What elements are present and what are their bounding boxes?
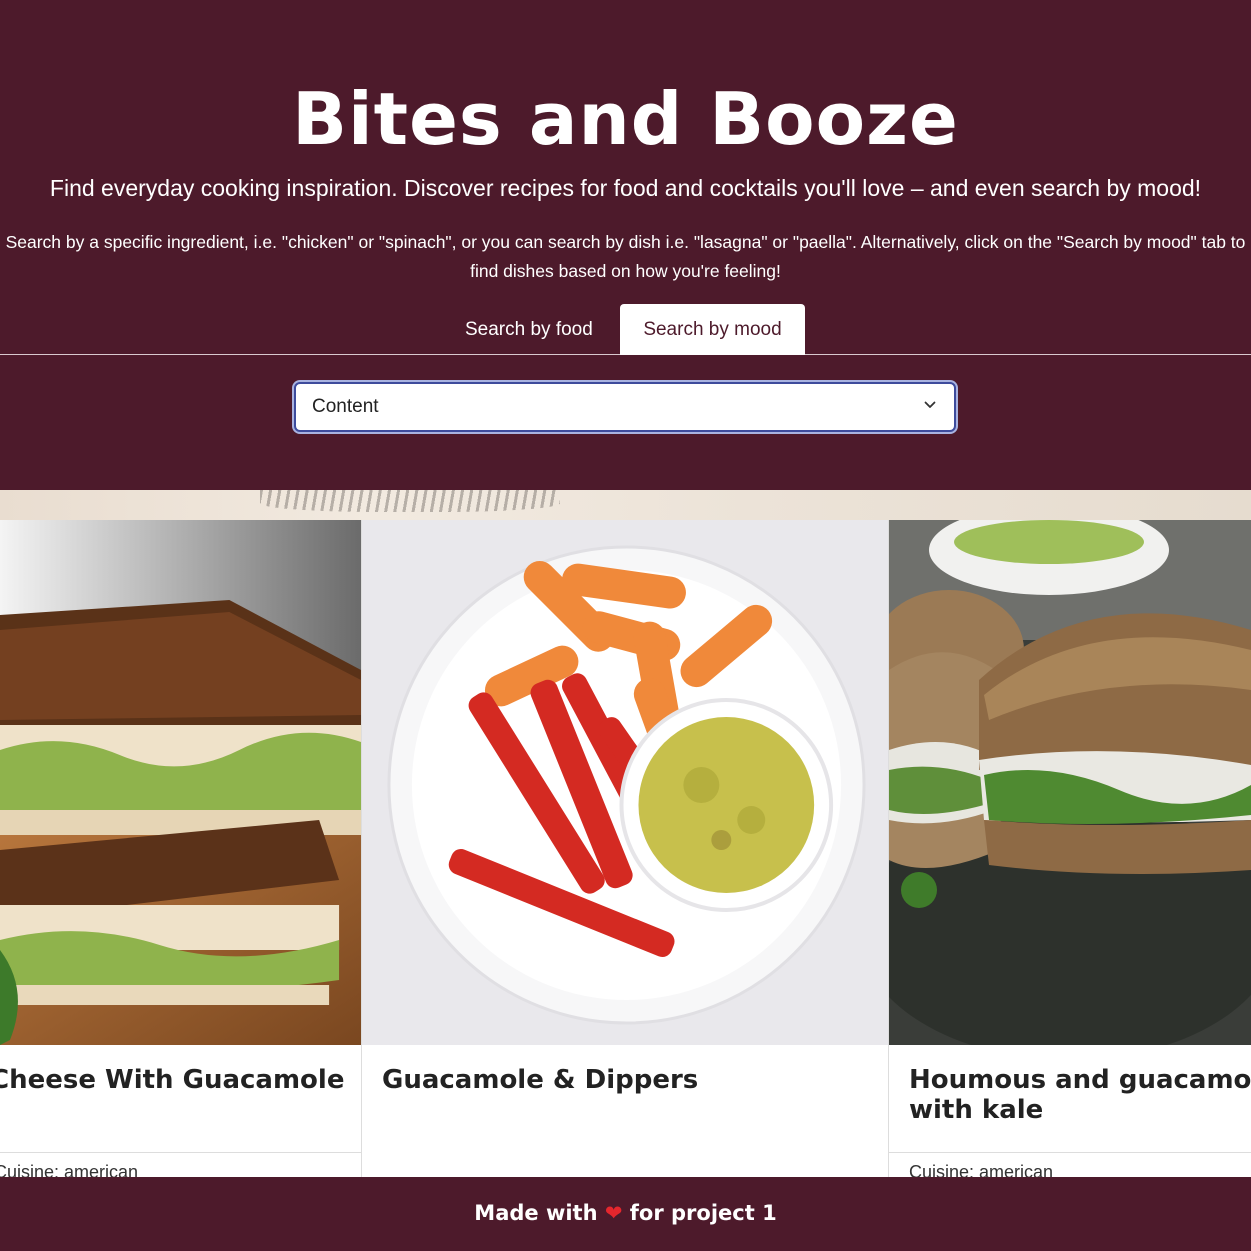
- footer-text-after: for project 1: [629, 1201, 777, 1225]
- tab-search-by-food[interactable]: Search by food: [445, 304, 613, 355]
- hero-header: Bites and Booze Find everyday cooking in…: [0, 0, 1251, 490]
- recipe-card[interactable]: Cheese With Guacamole Cuisine: american: [0, 520, 362, 1220]
- heart-icon: ❤: [604, 1201, 623, 1225]
- tagline: Find everyday cooking inspiration. Disco…: [49, 175, 1202, 201]
- background-image-strip: [0, 490, 1251, 520]
- search-tabs: Search by food Search by mood: [0, 304, 1251, 355]
- recipe-title[interactable]: Cheese With Guacamole: [0, 1065, 344, 1095]
- recipe-image-guacamole-dippers: [362, 520, 888, 1045]
- recipe-image-houmous-bagel: [889, 520, 1251, 1045]
- page: Bites and Booze Find everyday cooking in…: [0, 0, 1251, 1251]
- recipe-card[interactable]: Guacamole & Dippers: [362, 520, 889, 1220]
- tab-search-by-mood[interactable]: Search by mood: [620, 304, 805, 355]
- recipe-title[interactable]: Houmous and guacamole with kale: [909, 1065, 1251, 1125]
- chevron-down-icon: [924, 401, 936, 408]
- card-divider: [889, 1152, 1251, 1153]
- footer-text-before: Made with: [474, 1201, 598, 1225]
- card-divider: [0, 1152, 361, 1153]
- recipe-title[interactable]: Guacamole & Dippers: [382, 1065, 698, 1095]
- site-footer: Made with ❤ for project 1: [0, 1177, 1251, 1251]
- fabric-texture: [260, 490, 560, 512]
- recipe-card[interactable]: Houmous and guacamole with kale Cuisine:…: [889, 520, 1251, 1220]
- mood-select-value: Content: [312, 396, 379, 417]
- mood-select[interactable]: Content: [294, 382, 956, 432]
- recipe-image-grilled-cheese: [0, 520, 361, 1045]
- search-instructions: Search by a specific ingredient, i.e. "c…: [5, 232, 1246, 281]
- site-title: Bites and Booze: [292, 77, 959, 161]
